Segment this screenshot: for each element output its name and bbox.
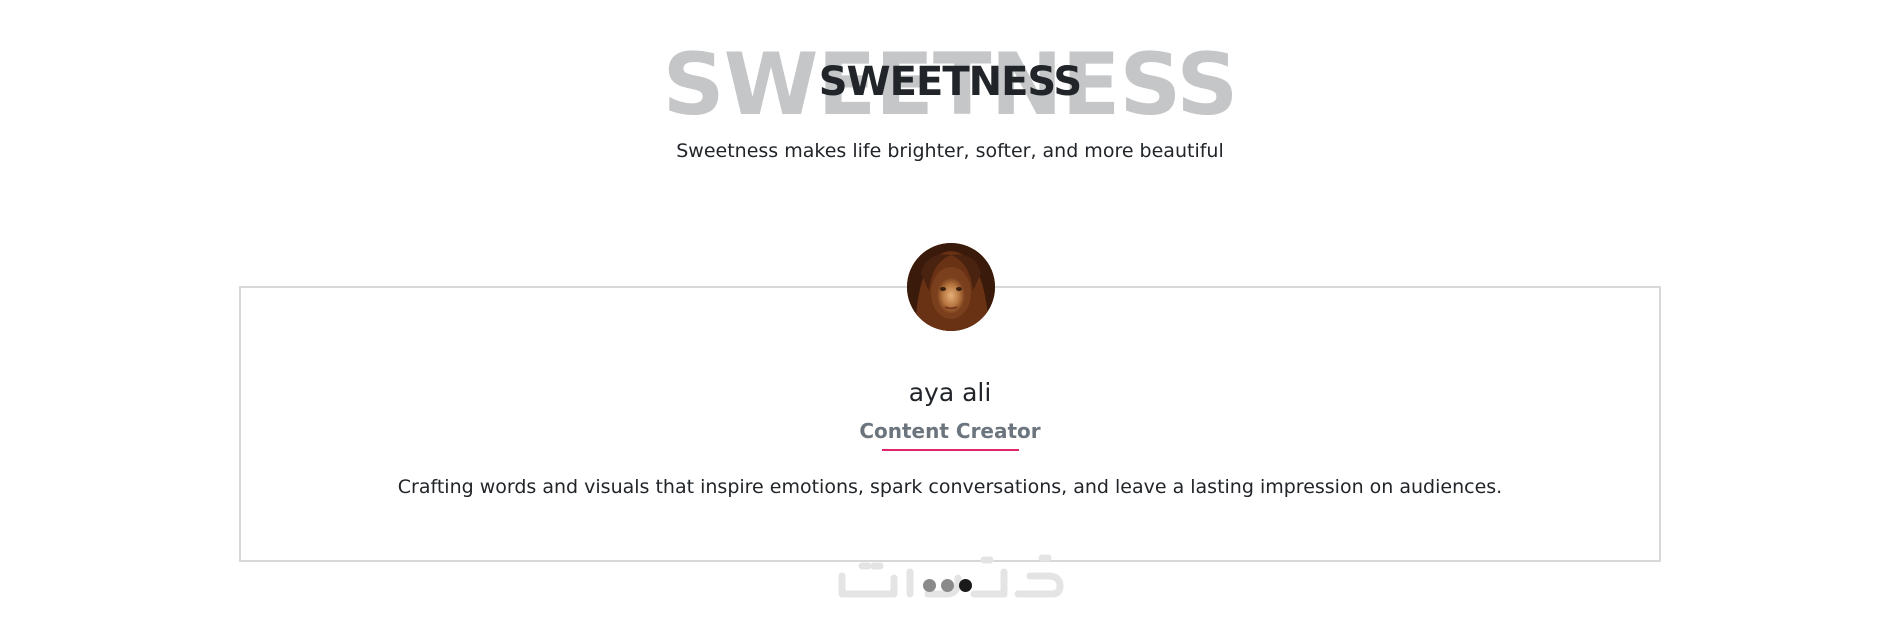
role-underline (882, 449, 1019, 451)
testimonial-role: Content Creator (859, 419, 1041, 443)
person-photo (907, 243, 995, 331)
carousel-indicator[interactable] (941, 579, 954, 592)
carousel-indicator[interactable] (923, 579, 936, 592)
section-heading: SWEETNESS SWEETNESS (0, 20, 1900, 130)
carousel-indicator-active[interactable] (959, 579, 972, 592)
avatar (907, 243, 995, 331)
testimonial-description: Crafting words and visuals that inspire … (397, 476, 1503, 498)
testimonial-name: aya ali (908, 378, 992, 407)
section-subtitle: Sweetness makes life brighter, softer, a… (676, 140, 1224, 162)
section-title: SWEETNESS (818, 59, 1082, 105)
watermark-logo (834, 548, 1066, 608)
page: SWEETNESS SWEETNESS Sweetness makes life… (0, 0, 1900, 618)
watermark-logo-icon (838, 554, 1064, 598)
carousel-indicators (923, 579, 983, 593)
